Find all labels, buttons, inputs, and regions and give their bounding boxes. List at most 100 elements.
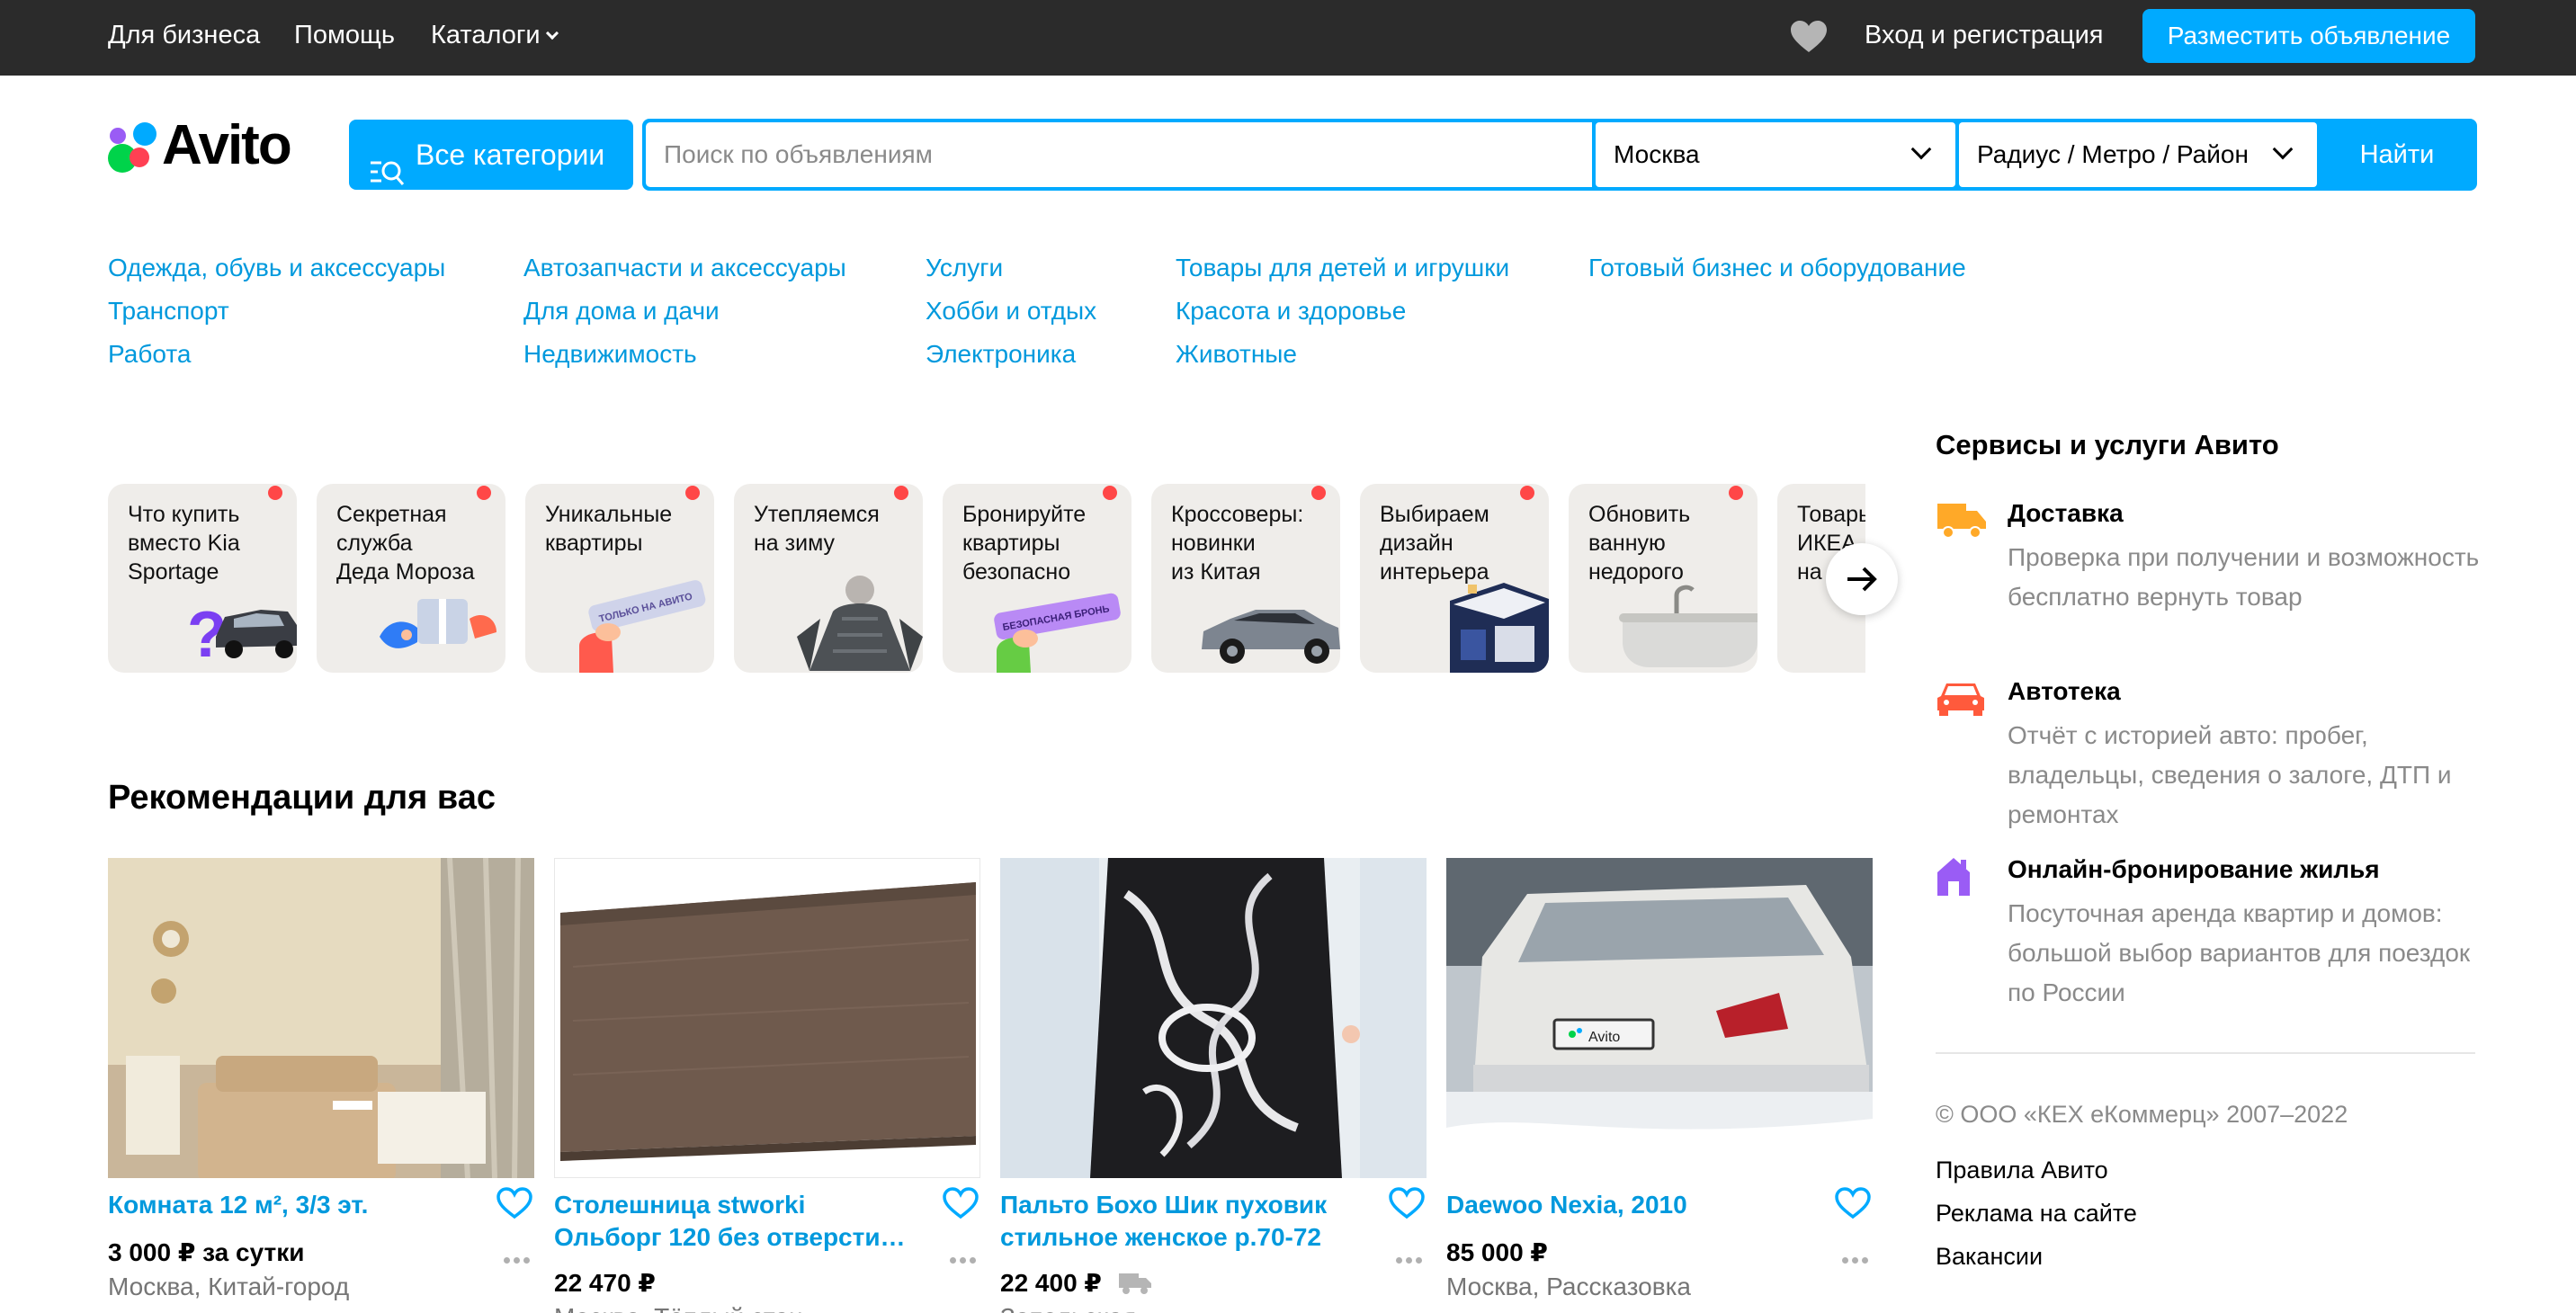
avito-logo[interactable]: Avito bbox=[106, 114, 322, 176]
category-link-realty[interactable]: Недвижимость bbox=[523, 339, 697, 370]
service-booking[interactable]: Онлайн-бронирование жилья Посуточная аре… bbox=[1936, 854, 2493, 1007]
story-card[interactable]: ? Что купить вместо Kia Sportage bbox=[108, 484, 297, 673]
category-link-services[interactable]: Услуги bbox=[926, 253, 1003, 283]
story-text: Кроссоверы: новинки из Китая bbox=[1171, 502, 1304, 585]
logo-dot-red bbox=[130, 147, 149, 167]
listing-price: 85 000 ₽ bbox=[1446, 1238, 1548, 1266]
story-card[interactable]: Выбираем дизайн интерьера bbox=[1360, 484, 1549, 673]
story-card[interactable]: Утепляемся на зиму bbox=[734, 484, 923, 673]
listing-price: 22 400 ₽ bbox=[1000, 1269, 1102, 1297]
more-options-icon[interactable] bbox=[504, 1257, 531, 1266]
service-name: Автотека bbox=[2008, 677, 2121, 705]
listing-photo[interactable]: Avito bbox=[1446, 858, 1873, 1178]
category-link-jobs[interactable]: Работа bbox=[108, 339, 191, 370]
listing-location: Москва, Китай-город bbox=[108, 1273, 350, 1300]
help-link[interactable]: Помощь bbox=[294, 20, 395, 50]
story-unread-dot bbox=[1729, 486, 1743, 500]
top-bar: Для бизнеса Помощь Каталоги Вход и регис… bbox=[0, 0, 2576, 76]
business-link[interactable]: Для бизнеса bbox=[108, 20, 260, 50]
favorites-heart-icon[interactable] bbox=[1790, 20, 1828, 54]
category-link-autoparts[interactable]: Автозапчасти и аксессуары bbox=[523, 253, 846, 283]
logo-dot-purple bbox=[110, 128, 126, 144]
delivery-truck-icon bbox=[1117, 1270, 1153, 1297]
car-icon bbox=[1936, 678, 1988, 718]
post-ad-button[interactable]: Разместить объявление bbox=[2142, 9, 2475, 63]
category-link-hobby[interactable]: Хобби и отдых bbox=[926, 296, 1096, 326]
footer-link-ads[interactable]: Реклама на сайте bbox=[1936, 1198, 2137, 1228]
category-link-beauty[interactable]: Красота и здоровье bbox=[1176, 296, 1406, 326]
login-link[interactable]: Вход и регистрация bbox=[1865, 20, 2104, 50]
listing-price: 3 000 ₽ за сутки bbox=[108, 1238, 305, 1266]
favorite-heart-icon[interactable] bbox=[943, 1187, 979, 1219]
listing-location: Запольская bbox=[1000, 1302, 1136, 1313]
service-name: Онлайн-бронирование жилья bbox=[2008, 855, 2380, 883]
listing-card[interactable]: Комната 12 м², 3/3 эт. 3 000 ₽ за сутки … bbox=[108, 858, 534, 1313]
svg-text:Avito: Avito bbox=[1588, 1030, 1620, 1045]
story-text: Уникальные квартиры bbox=[545, 502, 673, 556]
categories-search-icon bbox=[369, 141, 405, 185]
chevron-down-icon bbox=[545, 26, 559, 40]
listing-location: Москва, Тёплый стан bbox=[554, 1302, 802, 1313]
story-card[interactable]: Кроссоверы: новинки из Китая bbox=[1151, 484, 1340, 673]
city-select[interactable]: Москва bbox=[1596, 122, 1955, 187]
story-text: Бронируйте квартиры безопасно bbox=[962, 502, 1087, 585]
footer-link-rules[interactable]: Правила Авито bbox=[1936, 1155, 2108, 1185]
search-input[interactable] bbox=[646, 122, 1592, 187]
more-options-icon[interactable] bbox=[1842, 1257, 1869, 1266]
chevron-down-icon bbox=[1910, 138, 1932, 160]
truck-icon bbox=[1936, 500, 1988, 540]
service-delivery[interactable]: Доставка Проверка при получении и возмож… bbox=[1936, 498, 2493, 651]
listing-photo[interactable] bbox=[1000, 858, 1427, 1178]
story-card[interactable]: БЕЗОПАСНАЯ БРОНЬ Бронируйте квартиры без… bbox=[943, 484, 1131, 673]
category-link-kids[interactable]: Товары для детей и игрушки bbox=[1176, 253, 1509, 283]
listing-title[interactable]: Пальто Бохо Шик пуховик стильное женское… bbox=[1000, 1189, 1360, 1254]
story-text: Обновить ванную недорого bbox=[1588, 502, 1691, 585]
listing-card[interactable]: Столешница stworki Ольборг 120 без отвер… bbox=[554, 858, 980, 1313]
story-unread-dot bbox=[894, 486, 908, 500]
listing-title[interactable]: Комната 12 м², 3/3 эт. bbox=[108, 1189, 468, 1221]
story-text: Секретная служба Деда Мороза bbox=[336, 502, 475, 585]
service-description: Посуточная аренда квартир и домов: больш… bbox=[2008, 899, 2471, 1006]
more-options-icon[interactable] bbox=[1396, 1257, 1423, 1266]
arrow-right-icon bbox=[1847, 567, 1877, 592]
all-categories-button[interactable]: Все категории bbox=[349, 120, 633, 190]
category-link-business[interactable]: Готовый бизнес и оборудование bbox=[1588, 253, 1966, 283]
radius-value: Радиус / Метро / Район bbox=[1977, 140, 2249, 168]
story-unread-dot bbox=[268, 486, 282, 500]
story-unread-dot bbox=[477, 486, 491, 500]
listing-title[interactable]: Столешница stworki Ольборг 120 без отвер… bbox=[554, 1189, 914, 1254]
category-link-animals[interactable]: Животные bbox=[1176, 339, 1297, 370]
recommendations-title: Рекомендации для вас bbox=[108, 779, 496, 817]
favorite-heart-icon[interactable] bbox=[1389, 1187, 1425, 1219]
category-link-clothes[interactable]: Одежда, обувь и аксессуары bbox=[108, 253, 445, 283]
story-unread-dot bbox=[1103, 486, 1117, 500]
logo-dot-blue bbox=[133, 122, 157, 146]
service-description: Проверка при получении и возможность бес… bbox=[2008, 543, 2480, 611]
story-card[interactable]: ТОЛЬКО НА АВИТО Уникальные квартиры bbox=[525, 484, 714, 673]
service-autoteka[interactable]: Автотека Отчёт с историей авто: пробег, … bbox=[1936, 676, 2493, 829]
listing-card[interactable]: Пальто Бохо Шик пуховик стильное женское… bbox=[1000, 858, 1427, 1313]
footer-link-vacancies[interactable]: Вакансии bbox=[1936, 1241, 2043, 1272]
services-title: Сервисы и услуги Авито bbox=[1936, 429, 2279, 460]
listing-photo[interactable] bbox=[554, 858, 980, 1178]
listing-card[interactable]: Avito Daewoo Nexia, 2010 85 000 ₽ Москва… bbox=[1446, 858, 1873, 1313]
category-link-home-garden[interactable]: Для дома и дачи bbox=[523, 296, 720, 326]
favorite-heart-icon[interactable] bbox=[1835, 1187, 1871, 1219]
story-unread-dot bbox=[685, 486, 700, 500]
catalogs-label: Каталоги bbox=[431, 21, 541, 49]
listing-photo[interactable] bbox=[108, 858, 534, 1178]
find-button[interactable]: Найти bbox=[2321, 122, 2473, 187]
story-unread-dot bbox=[1311, 486, 1326, 500]
service-name: Доставка bbox=[2008, 499, 2124, 527]
radius-select[interactable]: Радиус / Метро / Район bbox=[1959, 122, 2317, 187]
listing-title[interactable]: Daewoo Nexia, 2010 bbox=[1446, 1189, 1806, 1221]
favorite-heart-icon[interactable] bbox=[496, 1187, 532, 1219]
carousel-next-button[interactable] bbox=[1826, 543, 1898, 615]
story-card[interactable]: Обновить ванную недорого bbox=[1569, 484, 1758, 673]
more-options-icon[interactable] bbox=[950, 1257, 977, 1266]
story-card[interactable]: Секретная служба Деда Мороза bbox=[317, 484, 505, 673]
all-categories-label: Все категории bbox=[416, 138, 605, 171]
category-link-electronics[interactable]: Электроника bbox=[926, 339, 1076, 370]
category-link-transport[interactable]: Транспорт bbox=[108, 296, 229, 326]
catalogs-menu[interactable]: Каталоги bbox=[431, 20, 559, 50]
